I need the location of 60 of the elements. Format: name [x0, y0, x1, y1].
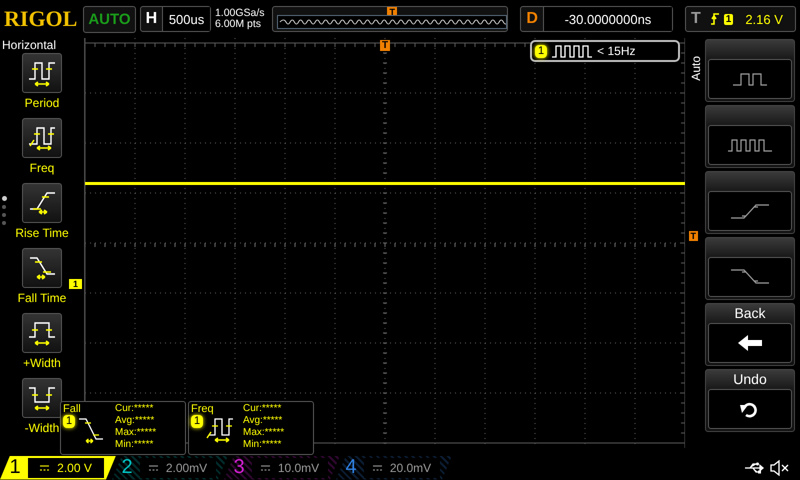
page-dot[interactable] — [2, 221, 6, 225]
channel-offset-marker[interactable]: 1 — [69, 279, 82, 289]
back-button[interactable]: Back — [705, 303, 795, 366]
channel-tab[interactable]: 3 10.0mV — [224, 456, 340, 480]
trigger-position-marker[interactable]: T — [380, 40, 390, 51]
statistic-line: Min:***** — [243, 439, 282, 451]
left-arrow-icon — [737, 334, 763, 352]
page-dot[interactable] — [2, 196, 7, 201]
channel-tab[interactable]: 1 2.00 V — [0, 456, 116, 480]
statistic-line: Avg:***** — [243, 415, 284, 427]
delay-label: D — [525, 10, 539, 28]
trigger-source: 1 — [724, 14, 734, 24]
page-dot[interactable] — [2, 205, 6, 209]
falling-edge-icon — [730, 269, 770, 285]
trigger-label: T — [690, 10, 702, 28]
menu-title: Auto — [689, 56, 703, 81]
trigger-box[interactable]: T 1 2.16 V — [684, 6, 796, 32]
undo-icon — [740, 400, 760, 418]
auto-option-button[interactable] — [705, 105, 795, 168]
channel-badge: 1 — [191, 415, 204, 428]
rising-edge-icon — [730, 203, 770, 219]
statistic-line: Avg:***** — [115, 415, 156, 427]
speaker-muted-icon — [770, 460, 790, 476]
page-dot[interactable] — [2, 213, 6, 217]
timebase-value: 500us — [162, 7, 210, 31]
channel-tab[interactable]: 2 2.00mV — [112, 456, 228, 480]
dc-coupling-icon — [148, 464, 158, 470]
measurement-title: Fall — [63, 403, 82, 415]
sample-rate: 1.00GSa/s — [214, 8, 266, 19]
trigger-level: 2.16 V — [745, 12, 783, 26]
square-wave-icon — [732, 72, 768, 86]
square-wave-icon — [551, 44, 594, 58]
frequency-value: < 15Hz — [597, 44, 636, 58]
trigger-level-marker[interactable]: T — [688, 231, 698, 241]
measurement-title: Freq — [191, 403, 215, 415]
memory-depth: 6.00M pts — [214, 19, 262, 30]
undo-button[interactable]: Undo — [705, 369, 795, 432]
delay-value: -30.0000000ns — [542, 7, 672, 31]
timebase-box[interactable]: H 500us — [140, 6, 211, 32]
channel-badge: 1 — [535, 44, 548, 58]
statistic-line: Cur:***** — [243, 403, 282, 415]
menu-title: Horizontal — [1, 38, 56, 52]
run-status: AUTO — [83, 6, 136, 32]
square-wave-icon — [727, 138, 773, 152]
statistic-line: Max:***** — [115, 427, 156, 439]
statistic-line: Max:***** — [243, 427, 284, 439]
overview-wave-icon — [277, 15, 508, 29]
statistic-line: Cur:***** — [115, 403, 154, 415]
usb-icon — [744, 462, 766, 474]
measure-button[interactable]: Rise Time — [15, 183, 69, 247]
delay-box[interactable]: D -30.0000000ns — [520, 6, 673, 32]
timebase-label: H — [144, 10, 158, 28]
channel-badge: 1 — [63, 415, 76, 428]
dc-coupling-icon — [260, 464, 270, 470]
rising-edge-icon — [710, 12, 720, 26]
dc-coupling-icon — [372, 464, 382, 470]
statistic-line: Min:***** — [115, 439, 154, 451]
logo: RIGOL — [4, 6, 78, 32]
channel-tab[interactable]: 4 20.0mV — [336, 456, 452, 480]
dc-coupling-icon — [40, 464, 50, 470]
